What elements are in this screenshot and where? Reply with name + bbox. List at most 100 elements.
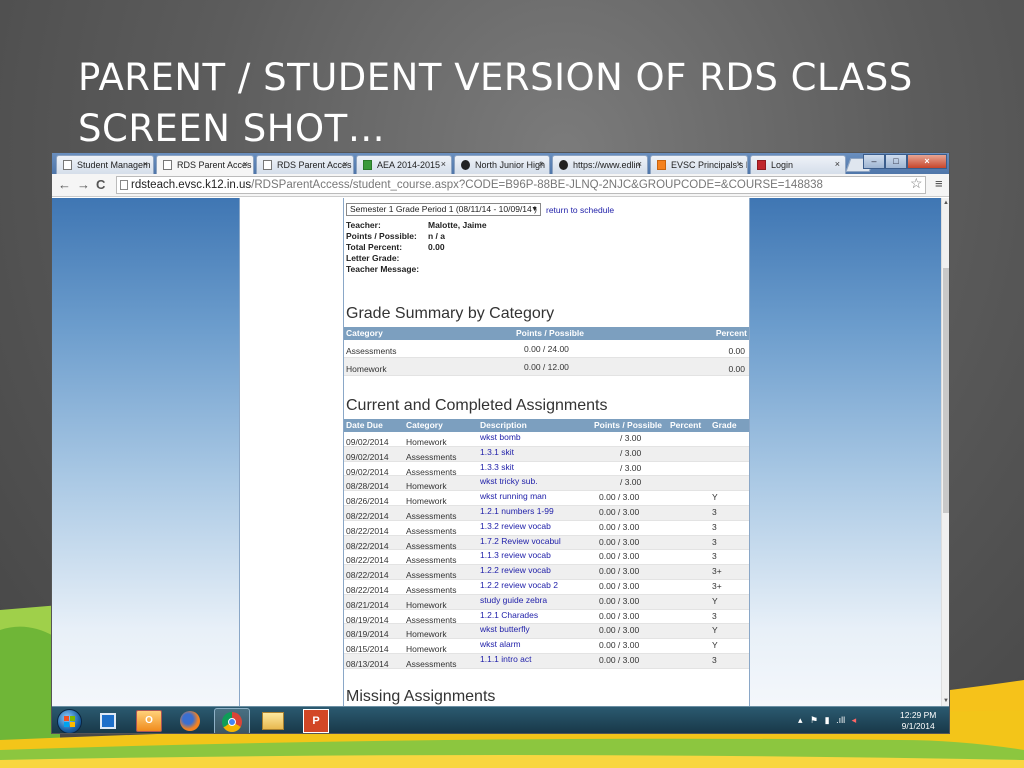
assignment-points: 0.00 / 3.00 (599, 610, 640, 621)
outlook-icon[interactable] (100, 713, 116, 729)
assignment-category: Assessments (406, 614, 457, 625)
swirl-icon (461, 160, 470, 170)
assignment-description-link[interactable]: 1.2.2 review vocab 2 (480, 580, 558, 590)
assignment-description-link[interactable]: 1.3.1 skit (480, 447, 514, 457)
close-icon[interactable]: × (835, 159, 840, 169)
scroll-up-icon[interactable]: ▲ (943, 200, 949, 206)
tab-label: AEA 2014-2015 (377, 160, 441, 170)
minimize-button[interactable]: – (863, 154, 885, 169)
assignment-description-link[interactable]: wkst butterfly (480, 624, 530, 634)
assignment-date: 08/22/2014 (346, 570, 389, 581)
assignment-description-link[interactable]: 1.7.2 Review vocabul (480, 536, 561, 546)
tab-label: Login (771, 160, 794, 170)
assignment-category: Homework (406, 599, 447, 610)
assignment-description-link[interactable]: 1.1.1 intro act (480, 654, 532, 664)
start-button[interactable] (57, 709, 82, 733)
page-icon (263, 160, 272, 170)
page-scrollbar[interactable]: ▲ ▼ (941, 198, 949, 706)
info-label: Letter Grade: (346, 253, 400, 263)
assignment-points: 0.00 / 3.00 (599, 551, 640, 562)
assignment-description-link[interactable]: 1.3.3 skit (480, 462, 514, 472)
table-row: 08/22/2014 Assessments 1.2.2 review vocab … (344, 580, 749, 595)
assignments-table: Date Due Category Description Points / P… (344, 419, 749, 669)
page-icon (163, 160, 172, 170)
assignment-points: 0.00 / 3.00 (599, 506, 640, 517)
assignment-date: 08/28/2014 (346, 481, 389, 492)
volume-icon[interactable]: ◂ (852, 715, 857, 725)
assignment-description-link[interactable]: wkst bomb (480, 432, 521, 442)
network-icon[interactable]: ▮ (825, 715, 830, 725)
chrome-icon[interactable] (214, 708, 250, 733)
assignment-grade: 3 (712, 536, 717, 547)
table-row: 09/02/2014 Assessments 1.3.3 skit / 3.00 (344, 462, 749, 477)
powerpoint-icon[interactable]: P (303, 709, 329, 733)
table-row: 08/22/2014 Assessments 1.2.1 numbers 1-99 0… (344, 505, 749, 521)
table-row: Assessments 0.00 / 24.00 0.00 (344, 340, 749, 358)
bookmark-star-icon[interactable]: ☆ (910, 175, 923, 192)
file-explorer-icon[interactable] (262, 712, 284, 730)
assignment-description-link[interactable]: wkst tricky sub. (480, 476, 538, 486)
assignment-description-link[interactable]: 1.2.2 review vocab (480, 565, 551, 575)
address-bar[interactable]: rdsteach.evsc.k12.in.us/RDSParentAccess/… (116, 176, 926, 194)
close-icon[interactable]: × (243, 159, 248, 169)
scroll-thumb[interactable] (943, 268, 949, 513)
tab-north-junior-high[interactable]: North Junior High × (454, 155, 550, 174)
clock[interactable]: 12:29 PM 9/1/2014 (900, 710, 936, 732)
assignment-category: Assessments (406, 584, 457, 595)
assignment-description-link[interactable]: wkst running man (480, 491, 547, 501)
tab-login[interactable]: Login × (750, 155, 846, 174)
menu-icon[interactable]: ≡ (935, 176, 943, 191)
reload-icon[interactable]: C (96, 177, 105, 192)
signal-icon[interactable]: .ıll (836, 715, 845, 725)
table-row: 08/22/2014 Assessments 1.7.2 Review vocabu… (344, 535, 749, 551)
header-category: Category (346, 328, 383, 338)
forward-arrow-icon[interactable]: → (77, 177, 90, 192)
windows-logo-icon (64, 716, 75, 727)
summary-percent: 0.00 (728, 364, 745, 374)
header-description: Description (480, 420, 527, 430)
close-window-button[interactable]: × (907, 154, 947, 169)
assignment-date: 08/26/2014 (346, 496, 389, 507)
assignment-description-link[interactable]: wkst alarm (480, 639, 521, 649)
assignment-description-link[interactable]: study guide zebra (480, 595, 547, 605)
tab-rds-parent-access-2[interactable]: RDS Parent Acces × (256, 155, 354, 174)
maximize-button[interactable]: □ (885, 154, 907, 169)
grade-summary-table: Category Points / Possible Percent Asses… (344, 327, 749, 376)
assignment-description-link[interactable]: 1.1.3 review vocab (480, 550, 551, 560)
show-hidden-icons-icon[interactable]: ▴ (798, 715, 803, 725)
assignment-date: 08/22/2014 (346, 584, 389, 595)
close-icon[interactable]: × (737, 159, 742, 169)
info-label: Total Percent: (346, 242, 403, 252)
tab-label: Student Managem (77, 160, 151, 170)
back-arrow-icon[interactable]: ← (58, 177, 71, 192)
info-label: Points / Possible: (346, 231, 417, 241)
assignment-grade: Y (712, 492, 718, 503)
close-icon[interactable]: × (143, 159, 148, 169)
close-icon[interactable]: × (539, 159, 544, 169)
info-row: Teacher Message: (346, 264, 487, 275)
powerpoint-icon[interactable]: O (136, 710, 162, 732)
grade-summary-heading: Grade Summary by Category (346, 305, 555, 322)
scroll-down-icon[interactable]: ▼ (943, 698, 949, 704)
close-icon[interactable]: × (343, 159, 348, 169)
table-row: 08/28/2014 Homework wkst tricky sub. / 3.00 (344, 476, 749, 491)
tab-aea[interactable]: AEA 2014-2015 × (356, 155, 452, 174)
grade-period-value: Semester 1 Grade Period 1 (08/11/14 - 10… (350, 204, 537, 214)
assignment-description-link[interactable]: 1.3.2 review vocab (480, 521, 551, 531)
close-icon[interactable]: × (441, 159, 446, 169)
tab-rds-parent-access[interactable]: RDS Parent Acces × (156, 155, 254, 174)
browser-toolbar: ← → C rdsteach.evsc.k12.in.us/RDSParentA… (52, 174, 949, 197)
swirl-icon (559, 160, 568, 170)
table-row: 08/22/2014 Assessments 1.1.3 review vocab 0… (344, 550, 749, 565)
assignment-grade: Y (712, 640, 718, 651)
assignment-description-link[interactable]: 1.2.1 numbers 1-99 (480, 506, 554, 516)
firefox-icon[interactable] (180, 711, 200, 731)
return-to-schedule-link[interactable]: return to schedule (546, 205, 614, 215)
close-icon[interactable]: × (637, 159, 642, 169)
tab-evsc-principals[interactable]: EVSC Principals's I × (650, 155, 748, 174)
flag-icon[interactable]: ⚑ (810, 715, 818, 725)
tab-student-management[interactable]: Student Managem × (56, 155, 154, 174)
tab-edline[interactable]: https://www.edlin × (552, 155, 648, 174)
grade-period-select[interactable]: Semester 1 Grade Period 1 (08/11/14 - 10… (346, 203, 541, 216)
assignment-description-link[interactable]: 1.2.1 Charades (480, 610, 538, 620)
